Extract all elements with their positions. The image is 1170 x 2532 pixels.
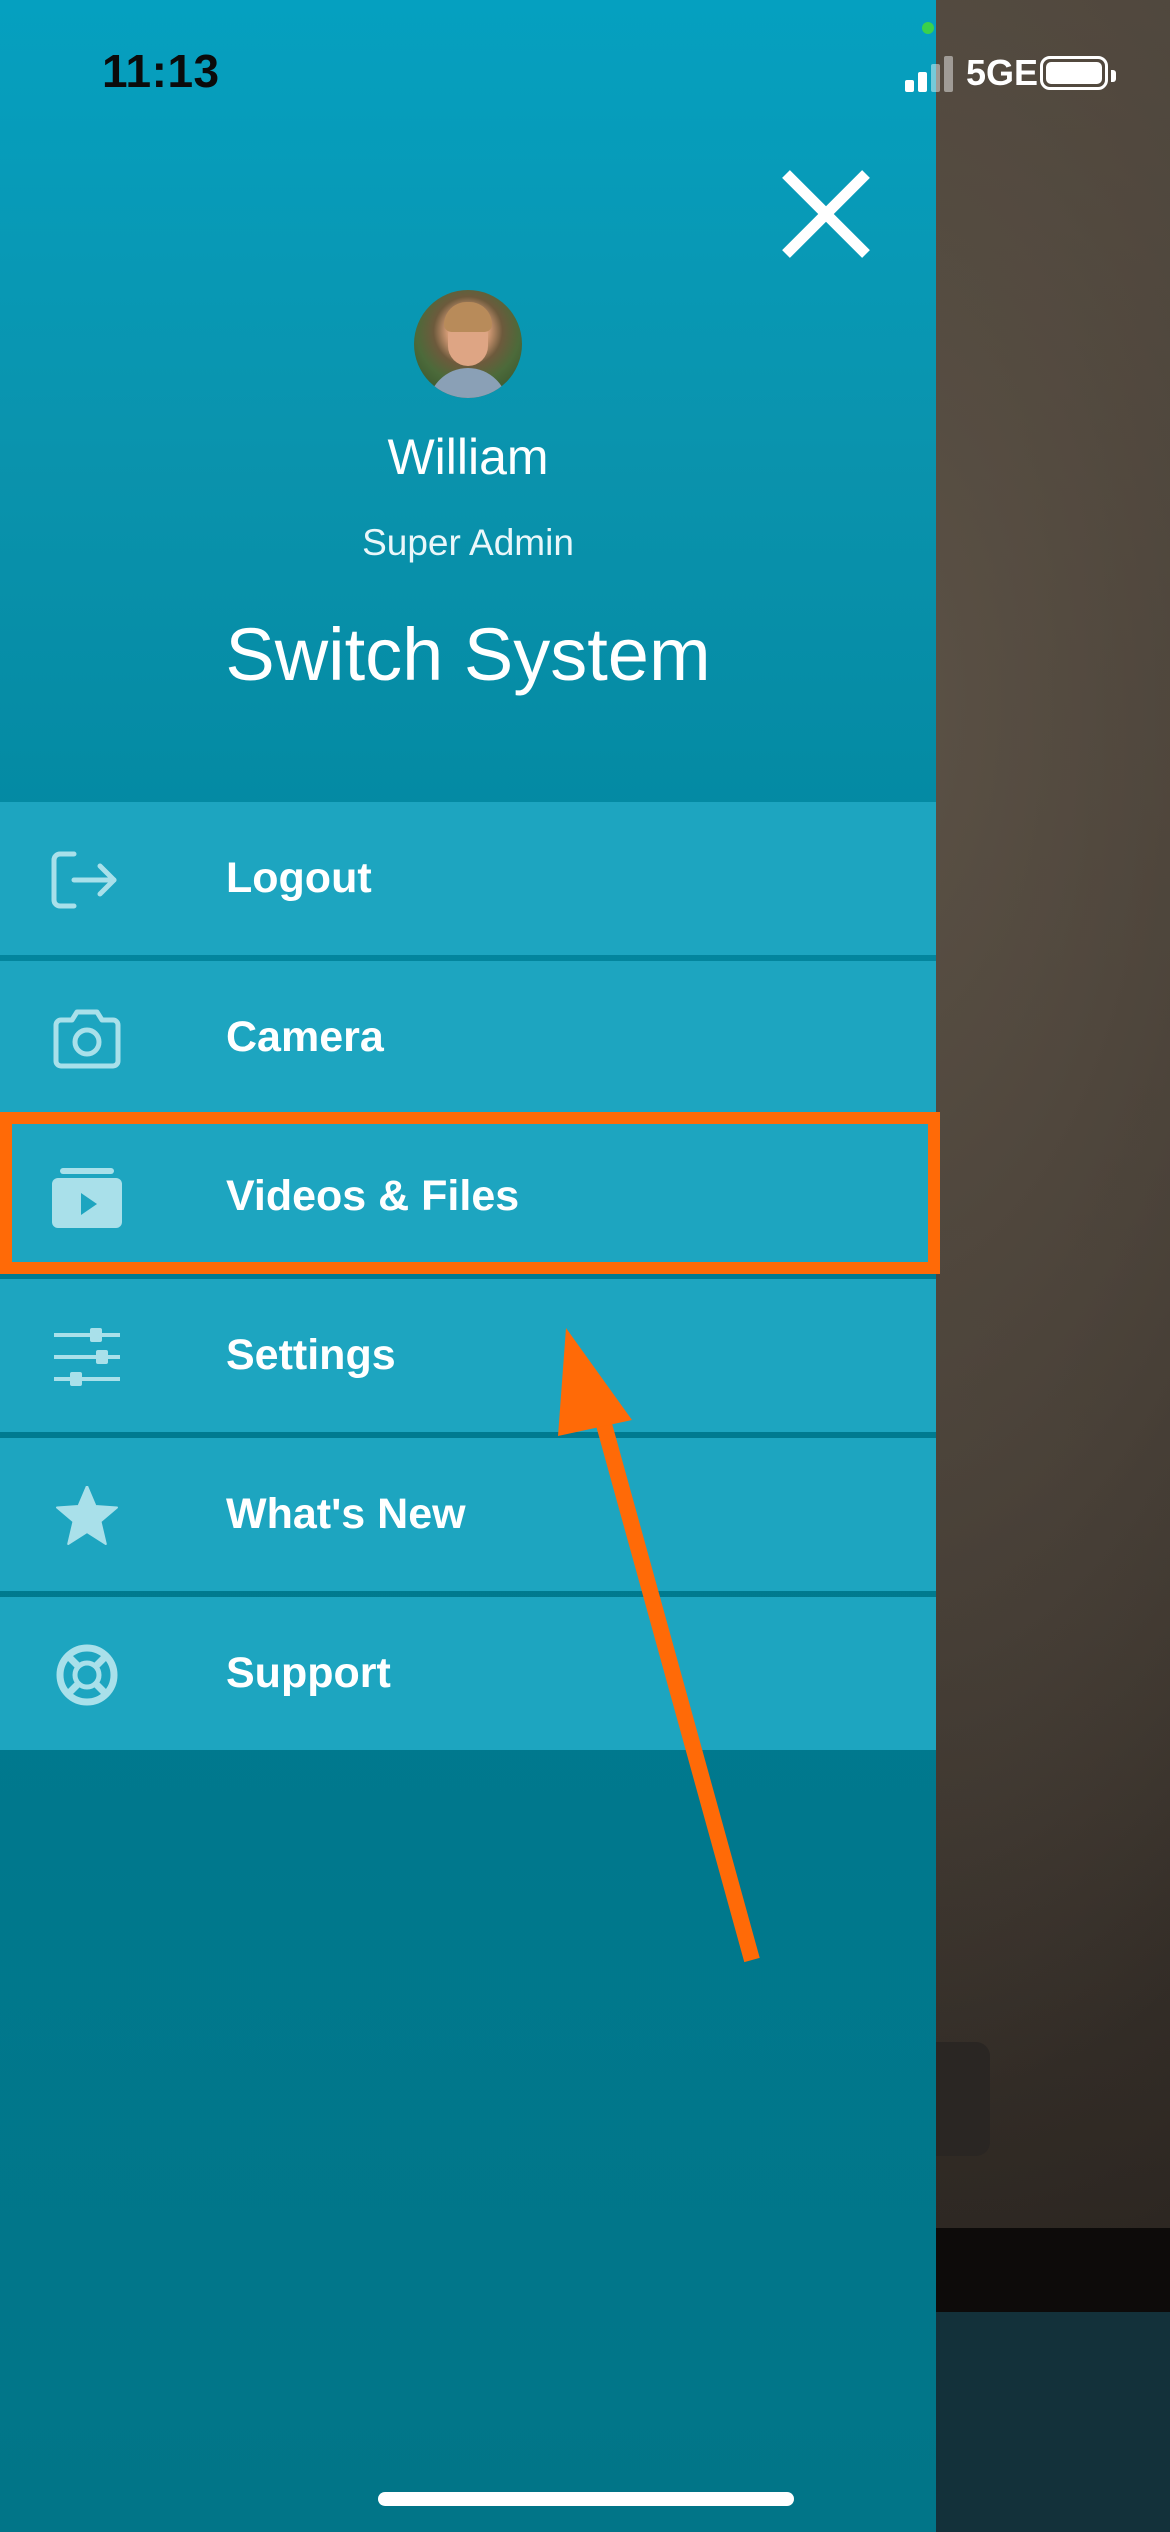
user-role: Super Admin	[362, 522, 574, 563]
lifebuoy-icon	[56, 1644, 118, 1706]
sliders-icon	[54, 1328, 120, 1386]
menu-item-label: Logout	[226, 854, 372, 902]
menu-item-support[interactable]: Support	[0, 1597, 936, 1750]
battery-icon	[1040, 56, 1116, 90]
user-name: William	[387, 429, 549, 485]
menu-item-camera[interactable]: Camera	[0, 961, 936, 1114]
status-time: 11:13	[102, 45, 220, 97]
signal-icon	[905, 56, 955, 92]
logout-icon	[51, 851, 117, 909]
star-icon	[56, 1486, 118, 1545]
home-indicator	[378, 2492, 794, 2506]
network-type: 5GE	[966, 52, 1039, 93]
menu-item-label: Support	[226, 1649, 391, 1697]
avatar	[414, 290, 522, 398]
system-name: Switch System	[225, 613, 711, 696]
menu-item-whats-new[interactable]: What's New	[0, 1438, 936, 1591]
arrow-annotation	[558, 1328, 760, 1963]
camera-icon	[53, 1009, 121, 1069]
drawer-menu: Logout Camera Videos & Files Settings Wh…	[0, 802, 936, 1756]
menu-item-label: Settings	[226, 1331, 396, 1379]
menu-item-label: Camera	[226, 1013, 384, 1061]
privacy-indicator-dot	[922, 22, 934, 34]
close-icon	[782, 170, 870, 258]
close-button[interactable]	[776, 164, 876, 264]
menu-item-label: What's New	[226, 1490, 466, 1538]
menu-item-logout[interactable]: Logout	[0, 802, 936, 955]
highlight-box	[0, 1112, 940, 1274]
menu-item-settings[interactable]: Settings	[0, 1279, 936, 1432]
